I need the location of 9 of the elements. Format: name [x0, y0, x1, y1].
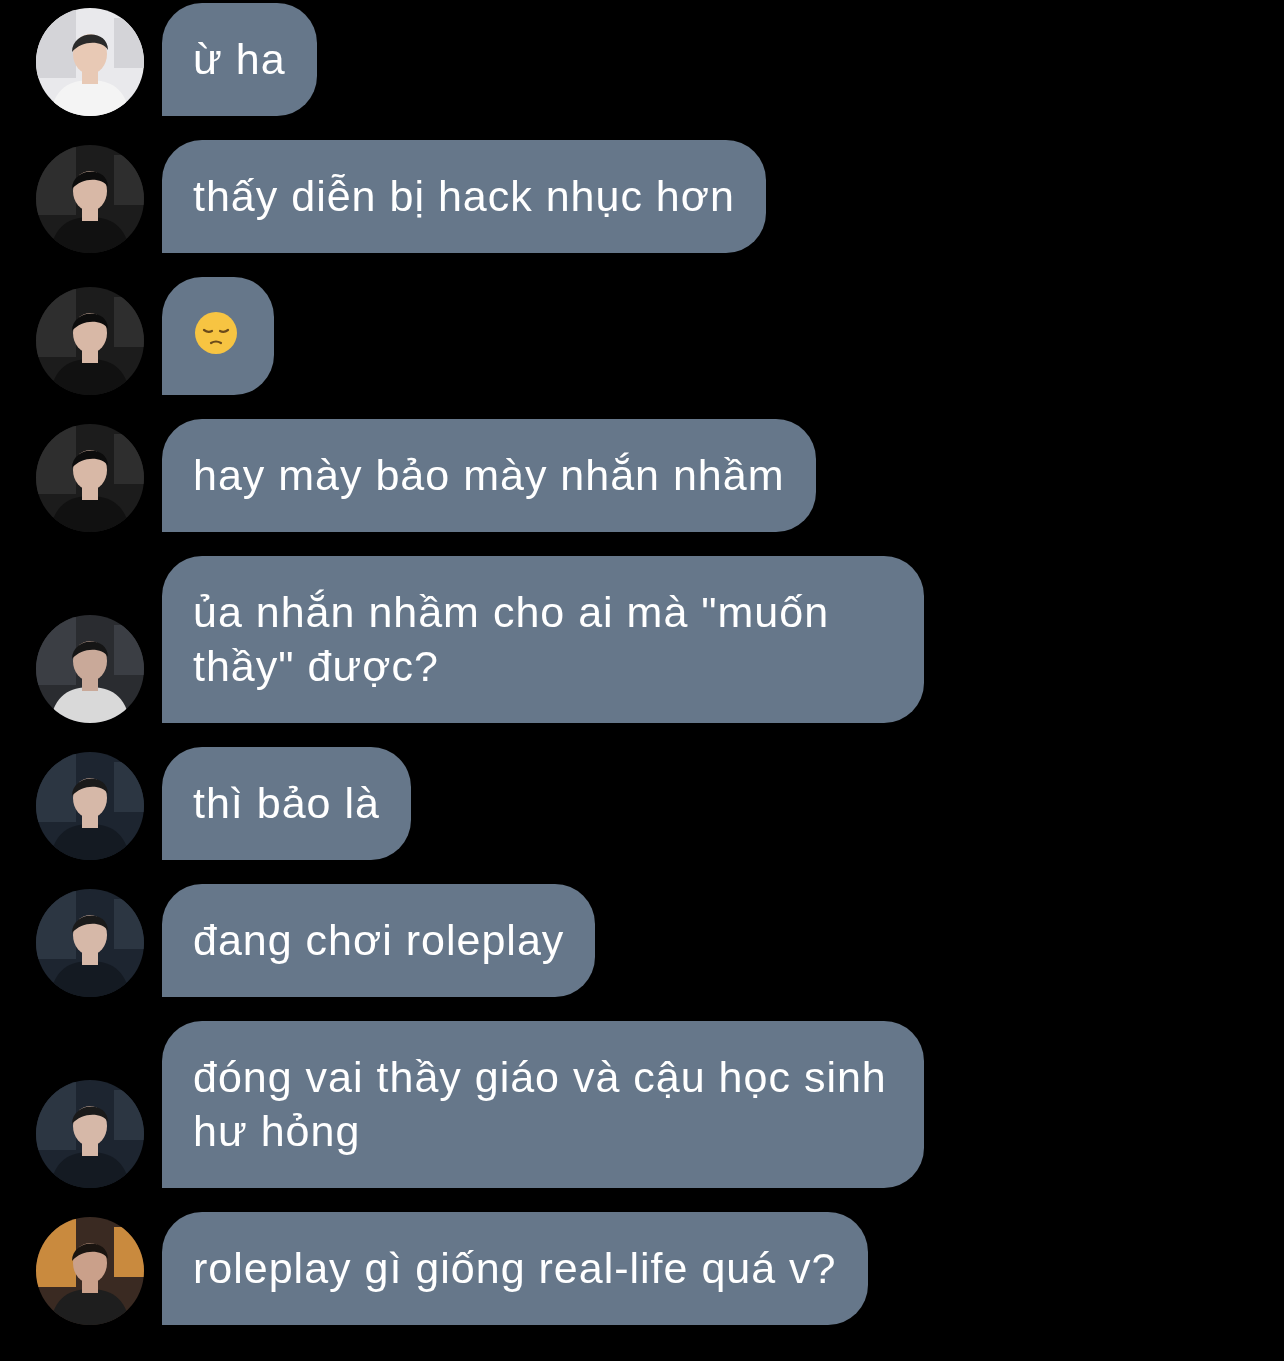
message-bubble: thì bảo là — [162, 747, 411, 860]
message-bubble: roleplay gì giống real-life quá v? — [162, 1212, 868, 1325]
message-bubble: đóng vai thầy giáo và cậu học sinh hư hỏng — [162, 1021, 924, 1188]
pensive-face-icon — [194, 311, 238, 355]
message-bubble: hay mày bảo mày nhắn nhầm — [162, 419, 816, 532]
message-bubble: ủa nhắn nhầm cho ai mà "muốn thầy" được? — [162, 556, 924, 723]
message-bubble: đang chơi roleplay — [162, 884, 596, 997]
message-bubble: thấy diễn bị hack nhục hơn — [162, 140, 766, 253]
message-bubble: ừ ha — [162, 3, 317, 116]
